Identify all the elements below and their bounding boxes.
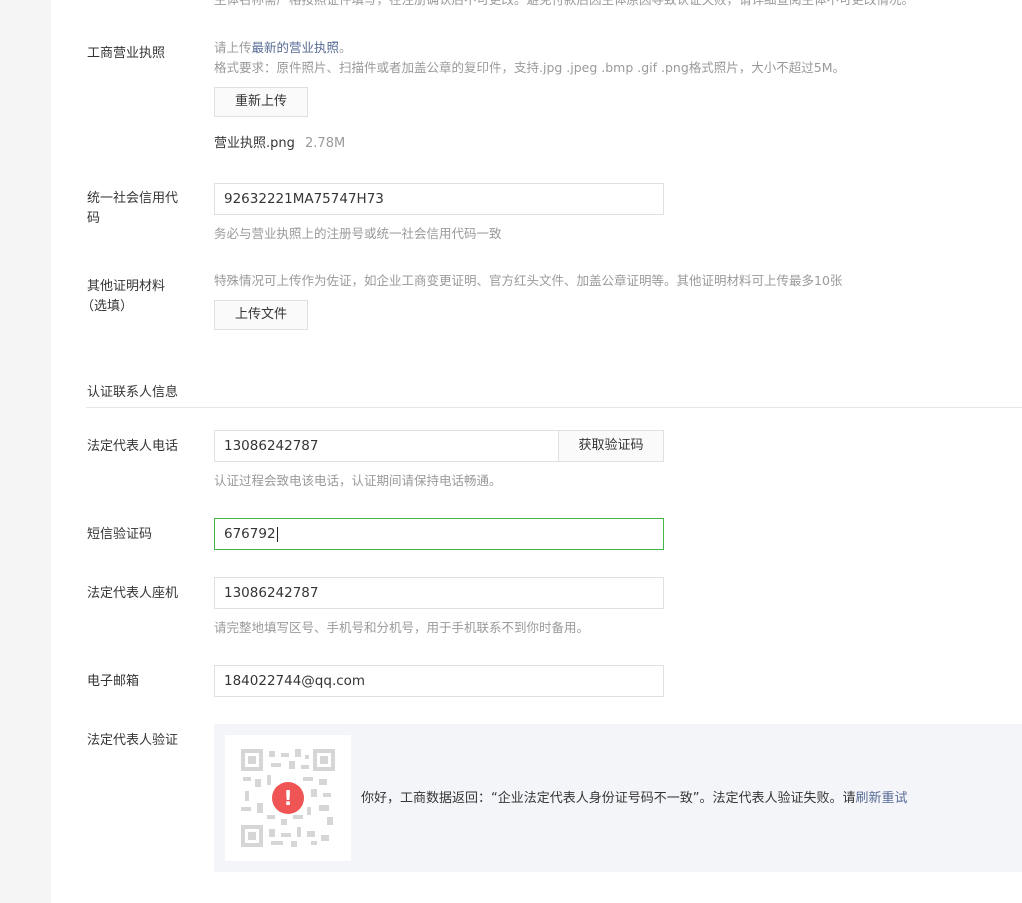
subject-name-note: 主体名称需严格按照证件填写，在注册确认后不可更改。避免付款后因主体原因导致认证失… (214, 0, 914, 9)
text-caret (276, 526, 278, 542)
file-size: 2.78M (305, 136, 346, 151)
sms-code-label: 短信验证码 (87, 527, 153, 542)
credit-code-input[interactable]: 92632221MA75747H73 (214, 183, 664, 215)
file-name[interactable]: 营业执照.png (214, 136, 295, 151)
business-license-tip-prefix: 请上传 (214, 40, 252, 55)
uploaded-file: 营业执照.png 2.78M (214, 134, 345, 154)
latest-license-link[interactable]: 最新的营业执照 (252, 40, 340, 55)
other-materials-tip: 特殊情况可上传作为佐证，如企业工商变更证明、官方红头文件、加盖公章证明等。其他证… (214, 273, 843, 288)
exclamation-icon: ! (272, 782, 304, 814)
verify-fail-message: 你好，工商数据返回：“企业法定代表人身份证号码不一致”。法定代表人验证失败。请刷… (361, 790, 908, 808)
sms-code-value: 676792 (224, 526, 276, 542)
section-divider (86, 407, 1022, 408)
landline-input[interactable]: 13086242787 (214, 577, 664, 609)
legal-phone-input[interactable]: 13086242787 (214, 430, 559, 462)
reupload-button[interactable]: 重新上传 (214, 87, 308, 117)
other-materials-label-line1: 其他证明材料 (87, 279, 166, 294)
landline-label: 法定代表人座机 (87, 586, 179, 601)
landline-tip: 请完整地填写区号、手机号和分机号，用于手机联系不到你时备用。 (214, 620, 590, 635)
other-materials-label-line2: （选填） (81, 299, 134, 314)
verify-fail-text: 你好，工商数据返回：“企业法定代表人身份证号码不一致”。法定代表人验证失败。请 (361, 791, 856, 806)
get-code-button[interactable]: 获取验证码 (558, 430, 664, 462)
business-license-tip-suffix: 。 (339, 40, 352, 55)
sms-code-input[interactable]: 676792 (214, 518, 664, 550)
qr-code-card: ! (225, 735, 351, 861)
legal-verify-label: 法定代表人验证 (87, 733, 179, 748)
email-input[interactable]: 184022744@qq.com (214, 665, 664, 697)
legal-phone-tip: 认证过程会致电该电话，认证期间请保持电话畅通。 (214, 473, 502, 488)
credit-code-label-line1: 统一社会信用代 (87, 191, 179, 206)
section-title: 认证联系人信息 (87, 385, 179, 400)
legal-phone-label: 法定代表人电话 (87, 439, 179, 454)
email-label: 电子邮箱 (87, 674, 140, 689)
business-license-tip: 请上传最新的营业执照。 (214, 39, 352, 57)
legal-verify-box: ! 你好，工商数据返回：“企业法定代表人身份证号码不一致”。法定代表人验证失败。… (214, 724, 1022, 872)
upload-file-button[interactable]: 上传文件 (214, 300, 308, 330)
credit-code-tip: 务必与营业执照上的注册号或统一社会信用代码一致 (214, 226, 502, 241)
credit-code-label-line2: 码 (87, 211, 101, 226)
business-license-label: 工商营业执照 (87, 46, 166, 61)
refresh-retry-link[interactable]: 刷新重试 (855, 791, 907, 806)
format-requirement-tip: 格式要求：原件照片、扫描件或者加盖公章的复印件，支持.jpg .jpeg .bm… (214, 60, 846, 75)
